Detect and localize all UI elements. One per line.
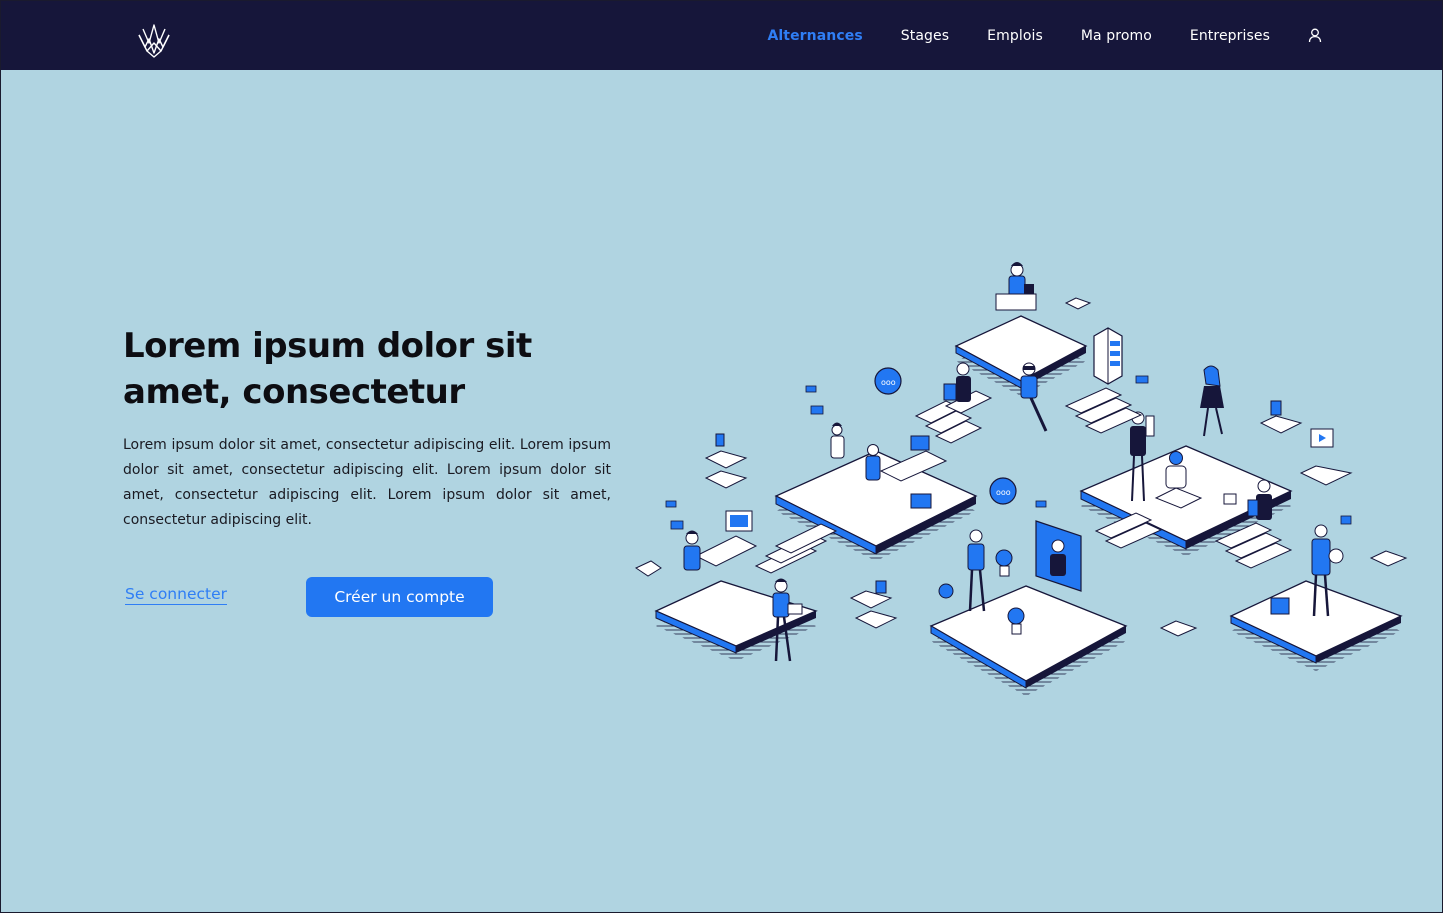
stairs-bottom-left — [754, 523, 838, 574]
nav-link-alternances[interactable]: Alternances — [767, 28, 862, 44]
nav-link-ma-promo[interactable]: Ma promo — [1081, 28, 1152, 44]
platform-bottom-center — [929, 520, 1128, 696]
cabinet — [1093, 327, 1123, 385]
nav-link-entreprises[interactable]: Entreprises — [1190, 28, 1270, 44]
hero-title: Lorem ipsum dolor sit amet, consectetur — [123, 326, 532, 412]
nav-link-emplois[interactable]: Emplois — [987, 28, 1043, 44]
hero-description: Lorem ipsum dolor sit amet, consectetur … — [123, 437, 611, 528]
user-icon[interactable] — [1308, 28, 1324, 44]
svg-text:ooo: ooo — [996, 488, 1011, 497]
nav-link-stages[interactable]: Stages — [901, 28, 949, 44]
create-account-button[interactable]: Créer un compte — [306, 577, 493, 617]
login-link[interactable]: Se connecter — [125, 585, 227, 605]
isometric-office-illustration: ooo ooo — [634, 262, 1408, 696]
crown-logo-icon[interactable] — [135, 21, 173, 59]
top-navbar: Alternances Stages Emplois Ma promo Entr… — [1, 1, 1442, 70]
svg-text:ooo: ooo — [881, 378, 896, 387]
platform-top — [954, 262, 1088, 396]
page: Alternances Stages Emplois Ma promo Entr… — [0, 0, 1443, 913]
person-walking — [1200, 365, 1224, 437]
platform-bottom-left — [654, 510, 818, 661]
person-stairs — [943, 362, 971, 402]
nav-links: Alternances Stages Emplois Ma promo Entr… — [729, 1, 1442, 70]
